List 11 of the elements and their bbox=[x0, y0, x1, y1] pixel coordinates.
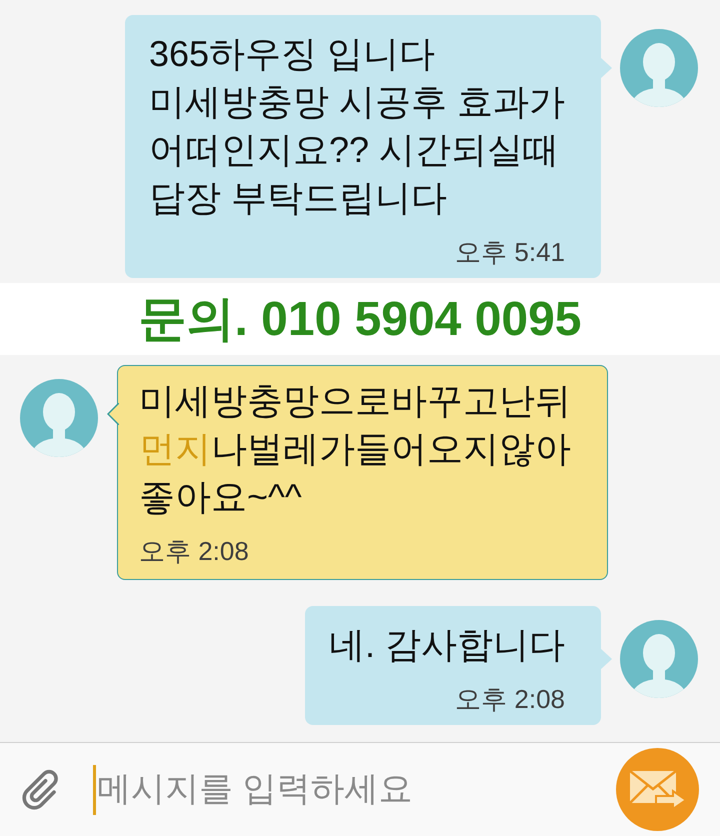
message-text: 미세방충망으로바꾸고난뒤 먼지 나벌레가들어오지않아 좋아요~^^ bbox=[139, 379, 571, 519]
envelope-arrow-icon bbox=[628, 770, 686, 810]
avatar-icon bbox=[620, 620, 698, 698]
avatar-icon bbox=[620, 29, 698, 107]
message-text: 네. 감사합니다 bbox=[328, 623, 565, 667]
message-time: 오후 5:41 bbox=[454, 236, 565, 268]
avatar-icon bbox=[20, 379, 98, 457]
message-time: 오후 2:08 bbox=[139, 535, 250, 567]
message-time: 오후 2:08 bbox=[454, 683, 565, 715]
message-text: 365하우징 입니다 미세방충망 시공후 효과가 어떠인지요?? 시간되실때 답장 부탁드립니다 bbox=[148, 32, 565, 220]
contact-banner: 문의. 010 5904 0095 bbox=[0, 283, 720, 355]
